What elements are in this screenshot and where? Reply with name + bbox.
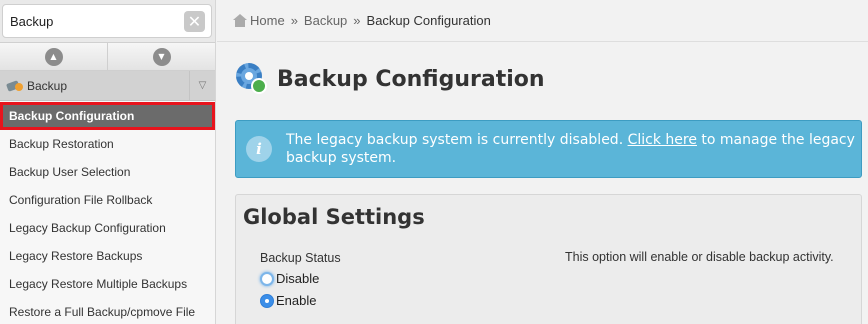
collapse-bar: ▲ ▼ [0, 42, 215, 71]
sidebar-item-legacy-restore-backups[interactable]: Legacy Restore Backups [0, 242, 215, 270]
main-content: Home » Backup » Backup Configuration Bac… [217, 0, 868, 324]
page-header: Backup Configuration [217, 42, 868, 116]
sidebar-item-label: Legacy Restore Backups [9, 249, 143, 263]
sidebar-item-restore-full-backup[interactable]: Restore a Full Backup/cpmove File [0, 298, 215, 324]
page-title: Backup Configuration [277, 66, 545, 92]
backup-status-label: Backup Status [260, 251, 341, 265]
breadcrumb-current: Backup Configuration [366, 13, 491, 28]
home-icon [233, 14, 247, 27]
enable-radio-label: Enable [276, 293, 317, 308]
sidebar-item-legacy-restore-multiple-backups[interactable]: Legacy Restore Multiple Backups [0, 270, 215, 298]
sidebar-item-label: Backup User Selection [9, 165, 131, 179]
sidebar-item-label: Backup Restoration [9, 137, 114, 151]
sidebar-item-label: Legacy Restore Multiple Backups [9, 277, 188, 291]
global-settings-title: Global Settings [243, 205, 425, 229]
sidebar-item-backup-restoration[interactable]: Backup Restoration [0, 130, 215, 158]
breadcrumb-separator: » [353, 13, 361, 28]
backup-status-help: This option will enable or disable backu… [565, 250, 834, 264]
breadcrumb-home[interactable]: Home [250, 13, 285, 28]
global-settings-panel: Global Settings Backup Status Disable En… [235, 194, 862, 324]
sidebar-item-label: Restore a Full Backup/cpmove File [9, 305, 196, 319]
backup-status-disable-option[interactable]: Disable [260, 271, 319, 286]
breadcrumb: Home » Backup » Backup Configuration [217, 0, 868, 42]
collapse-all-button[interactable]: ▲ [0, 43, 107, 70]
enable-radio[interactable] [260, 293, 274, 308]
backup-configuration-icon [235, 62, 269, 96]
sidebar: ✕ ▲ ▼ Backup ▽ Backup Configuration Back… [0, 0, 216, 324]
sidebar-item-label: Configuration File Rollback [9, 193, 153, 207]
sidebar-item-label: Backup Configuration [9, 109, 135, 123]
search-box: ✕ [2, 4, 212, 38]
breadcrumb-parent[interactable]: Backup [304, 13, 347, 28]
disable-radio-label: Disable [276, 271, 320, 286]
category-label: Backup [27, 78, 68, 93]
info-alert: i The legacy backup system is currently … [235, 120, 862, 178]
sidebar-item-backup-configuration[interactable]: Backup Configuration [0, 102, 215, 130]
sidebar-item-legacy-backup-configuration[interactable]: Legacy Backup Configuration [0, 214, 215, 242]
sidebar-item-configuration-file-rollback[interactable]: Configuration File Rollback [0, 186, 215, 214]
search-area: ✕ [0, 0, 215, 42]
backup-icon [5, 79, 25, 92]
sidebar-item-label: Legacy Backup Configuration [9, 221, 166, 235]
alert-text-before: The legacy backup system is currently di… [286, 132, 628, 148]
alert-message: The legacy backup system is currently di… [286, 131, 861, 167]
expand-all-button[interactable]: ▼ [107, 43, 215, 70]
chevron-down-icon[interactable]: ▽ [189, 71, 215, 100]
backup-status-enable-option[interactable]: Enable [260, 293, 316, 308]
close-icon[interactable]: ✕ [184, 11, 205, 32]
chevron-down-icon: ▼ [152, 47, 171, 66]
sidebar-item-backup-user-selection[interactable]: Backup User Selection [0, 158, 215, 186]
category-header-backup[interactable]: Backup ▽ [0, 71, 215, 101]
search-input[interactable] [3, 5, 173, 37]
chevron-up-icon: ▲ [44, 47, 63, 66]
legacy-backup-link[interactable]: Click here [628, 132, 697, 148]
breadcrumb-separator: » [290, 13, 298, 28]
nav-list: Backup Configuration Backup Restoration … [0, 102, 215, 324]
info-icon: i [246, 136, 272, 162]
disable-radio[interactable] [260, 271, 274, 286]
